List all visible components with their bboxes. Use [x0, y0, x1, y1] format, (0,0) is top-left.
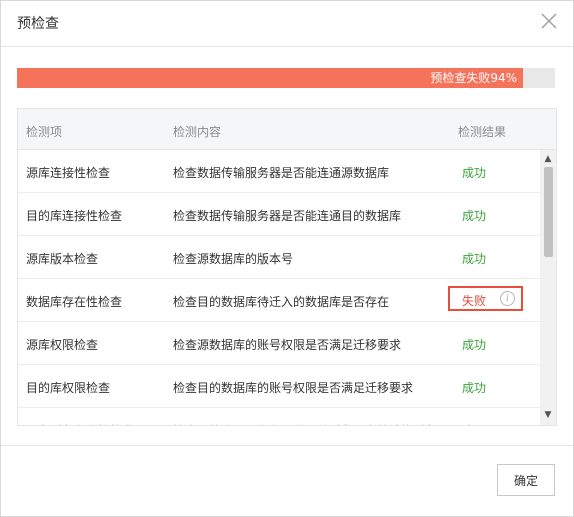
- check-item-content: 检查目的数据库待迁入的数据库是否存在: [173, 295, 390, 309]
- scroll-down-arrow-icon[interactable]: ▼: [543, 410, 553, 420]
- fail-result-highlight: 失败 i: [448, 286, 523, 311]
- check-result-success: 成功: [462, 252, 487, 266]
- check-result-success: 成功: [462, 209, 487, 223]
- progress-label: 预检查失败94%: [430, 71, 517, 85]
- check-item-name: 源库连接性检查: [26, 166, 111, 180]
- check-result-success: 成功: [462, 338, 487, 352]
- table-row: 同名对象存在性检查 检查目的库是否存在跟待迁移对象同名的结构对象 成功: [18, 408, 540, 425]
- info-icon[interactable]: i: [500, 291, 515, 306]
- check-item-content: 检查源数据库的账号权限是否满足迁移要求: [173, 338, 402, 352]
- check-result-fail: 失败: [462, 294, 487, 308]
- close-icon[interactable]: [537, 9, 561, 33]
- table-row: 目的库权限检查 检查目的数据库的账号权限是否满足迁移要求 成功: [18, 365, 540, 408]
- header-check-item: 检测项: [26, 125, 63, 139]
- check-item-content: 检查数据传输服务器是否能连通源数据库: [173, 166, 390, 180]
- table-row: 源库连接性检查 检查数据传输服务器是否能连通源数据库 成功: [18, 150, 540, 193]
- check-item-content: 检查目的数据库的账号权限是否满足迁移要求: [173, 381, 414, 395]
- check-item-name: 数据库存在性检查: [26, 295, 123, 309]
- table-header: 检测项 检测内容 检测结果: [18, 109, 556, 150]
- check-item-name: 同名对象存在性检查: [26, 422, 134, 425]
- table-row: 目的库连接性检查 检查数据传输服务器是否能连通目的数据库 成功: [18, 193, 540, 236]
- header-check-content: 检测内容: [173, 125, 222, 139]
- scrollbar-thumb[interactable]: [544, 167, 553, 257]
- header-check-result: 检测结果: [458, 125, 507, 139]
- check-item-name: 目的库连接性检查: [26, 209, 123, 223]
- check-item-content: 检查源数据库的版本号: [173, 252, 294, 266]
- dialog-footer: 确定: [1, 445, 573, 517]
- check-item-name: 源库权限检查: [26, 338, 99, 352]
- check-item-name: 目的库权限检查: [26, 381, 111, 395]
- table-row: 数据库存在性检查 检查目的数据库待迁入的数据库是否存在 失败 i: [18, 279, 540, 322]
- dialog-header: 预检查: [1, 1, 573, 47]
- check-results-table: 检测项 检测内容 检测结果 源库连接性检查 检查数据传输服务器是否能连通源数据库成…: [17, 108, 557, 426]
- table-row: 源库权限检查 检查源数据库的账号权限是否满足迁移要求 成功: [18, 322, 540, 365]
- precheck-dialog: 预检查 预检查失败94% 检测项 检测内容 检测结果 源库连接性检查 检查数据传输…: [0, 0, 574, 517]
- check-item-content: 检查数据传输服务器是否能连通目的数据库: [173, 209, 402, 223]
- table-row: 源库版本检查 检查源数据库的版本号 成功: [18, 236, 540, 279]
- check-result-success: 成功: [462, 166, 487, 180]
- check-result-success: 成功: [462, 422, 486, 425]
- check-item-content: 检查目的库是否存在跟待迁移对象同名的结构对象: [173, 422, 437, 425]
- confirm-button[interactable]: 确定: [497, 464, 555, 496]
- check-item-name: 源库版本检查: [26, 252, 99, 266]
- check-result-success: 成功: [462, 381, 487, 395]
- table-scrollbar[interactable]: ▲ ▼: [540, 150, 556, 425]
- precheck-progress-bar: 预检查失败94%: [17, 68, 555, 88]
- scroll-up-arrow-icon[interactable]: ▲: [543, 154, 553, 164]
- dialog-title: 预检查: [17, 16, 59, 32]
- table-body: 源库连接性检查 检查数据传输服务器是否能连通源数据库 成功 目的库连接性检查 检查数据传…: [18, 150, 540, 425]
